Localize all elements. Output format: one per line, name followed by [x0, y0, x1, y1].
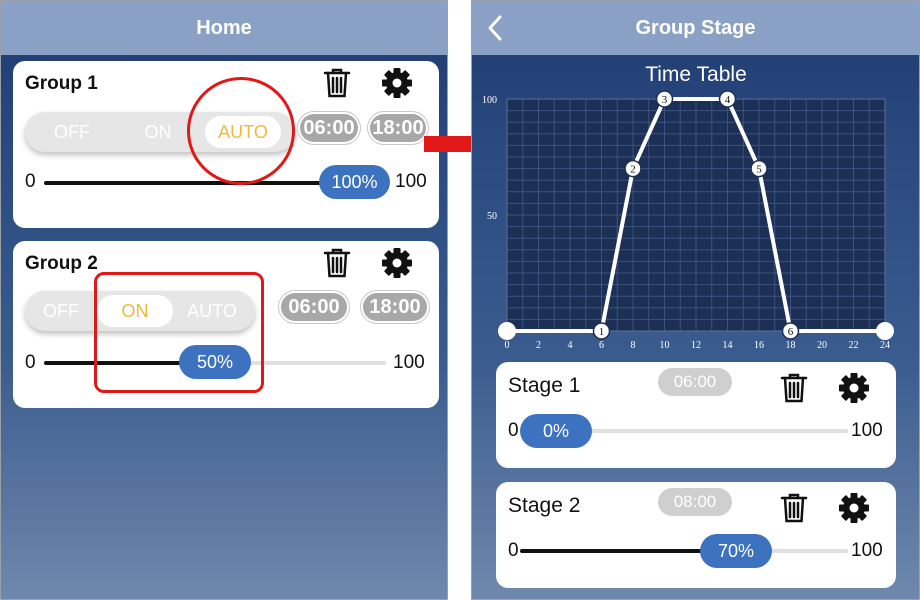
slider-thumb[interactable]: 70%: [700, 534, 772, 568]
slider-min-label: 0: [508, 420, 519, 441]
stage-title: Stage 1: [508, 374, 581, 397]
chart-title: Time Table: [645, 63, 747, 86]
data-point-label: 4: [725, 94, 731, 106]
data-point-endpoint: [498, 322, 516, 340]
end-time[interactable]: 18:00: [370, 114, 426, 142]
stage-card-1: Stage 1 06:00 0 0% 100: [496, 362, 896, 468]
slider-max-label: 100: [851, 420, 883, 441]
x-tick-label: 6: [599, 340, 604, 351]
slider-thumb[interactable]: 0%: [520, 414, 592, 448]
page-title: Group Stage: [635, 16, 756, 39]
slider-thumb[interactable]: 100%: [319, 165, 390, 199]
x-tick-label: 12: [691, 340, 701, 351]
data-point-label: 5: [756, 164, 762, 176]
end-time[interactable]: 18:00: [363, 293, 427, 321]
slider-max-label: 100: [393, 352, 425, 373]
trash-icon[interactable]: [776, 490, 812, 526]
x-tick-label: 20: [817, 340, 827, 351]
x-tick-label: 18: [786, 340, 796, 351]
data-point-label: 6: [788, 326, 794, 338]
data-point-label: 2: [630, 164, 636, 176]
stage-time[interactable]: 08:00: [658, 488, 732, 516]
home-navbar: Home: [1, 1, 447, 55]
gear-icon[interactable]: [379, 65, 415, 101]
page-title: Home: [196, 16, 252, 39]
stage-time[interactable]: 06:00: [658, 368, 732, 396]
slider-max-label: 100: [851, 540, 883, 561]
x-tick-label: 8: [631, 340, 636, 351]
data-point-label: 1: [599, 326, 605, 338]
group-stage-navbar: Group Stage: [472, 1, 919, 55]
stage-slider[interactable]: [520, 549, 848, 553]
x-tick-label: 4: [568, 340, 573, 351]
trash-icon[interactable]: [319, 65, 355, 101]
x-tick-label: 10: [660, 340, 670, 351]
trash-icon[interactable]: [776, 370, 812, 406]
mode-off[interactable]: OFF: [25, 295, 97, 327]
x-tick-label: 16: [754, 340, 764, 351]
stage-title: Stage 2: [508, 494, 581, 517]
slider-min-label: 0: [508, 540, 519, 561]
time-table-chart: Time Table 0 2 4 6 8 10 12 14 16 18 20 22 2450100123…: [482, 63, 894, 351]
y-tick-label: 100: [482, 95, 497, 106]
y-tick-label: 50: [487, 211, 497, 222]
slider-min-label: 0: [25, 171, 36, 192]
x-tick-label: 2: [536, 340, 541, 351]
home-screen: Home Group 1 OFF ON AUTO 06:00 18:00 0 1…: [0, 0, 448, 600]
highlight-circle: [187, 77, 295, 185]
start-time[interactable]: 06:00: [300, 114, 358, 142]
gear-icon[interactable]: [836, 490, 872, 526]
highlight-box: [94, 272, 264, 393]
trash-icon[interactable]: [319, 245, 355, 281]
gear-icon[interactable]: [379, 245, 415, 281]
x-tick-label: 0: [505, 340, 510, 351]
slider-min-label: 0: [25, 352, 36, 373]
data-point-endpoint: [876, 322, 894, 340]
back-chevron-icon[interactable]: [482, 13, 510, 43]
x-tick-label: 14: [723, 340, 733, 351]
x-tick-label: 22: [849, 340, 859, 351]
start-time[interactable]: 06:00: [281, 293, 347, 321]
x-tick-label: 24: [880, 340, 890, 351]
group-stage-screen: Group Stage Time Table 0 2 4 6 8 10 12 14 16 18 20…: [471, 0, 920, 600]
gear-icon[interactable]: [836, 370, 872, 406]
group-title: Group 1: [25, 73, 98, 94]
data-point-label: 3: [662, 94, 668, 106]
mode-off[interactable]: OFF: [29, 116, 115, 148]
group-title: Group 2: [25, 253, 98, 274]
stage-card-2: Stage 2 08:00 0 70% 100: [496, 482, 896, 588]
